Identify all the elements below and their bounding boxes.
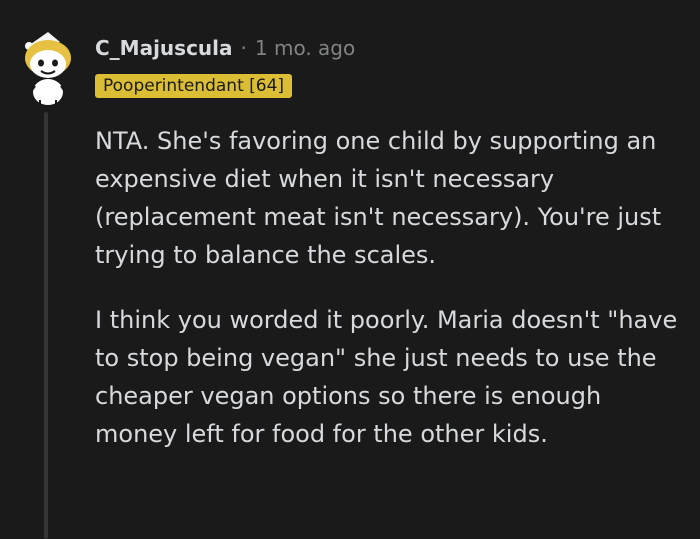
user-flair: Pooperintendant [64] (95, 74, 293, 98)
comment-body: NTA. She's favoring one child by support… (95, 122, 685, 480)
author-username[interactable]: C_Majuscula (95, 36, 233, 60)
thread-collapse-line[interactable] (44, 112, 48, 539)
meta-separator: · (240, 36, 247, 60)
comment-timestamp[interactable]: 1 mo. ago (255, 36, 355, 60)
snoo-avatar-icon (25, 32, 71, 105)
comment-header: C_Majuscula · 1 mo. ago (95, 36, 355, 60)
comment-paragraph: I think you worded it poorly. Maria does… (95, 306, 678, 448)
avatar[interactable] (20, 30, 74, 106)
comment-paragraph: NTA. She's favoring one child by support… (95, 127, 662, 269)
